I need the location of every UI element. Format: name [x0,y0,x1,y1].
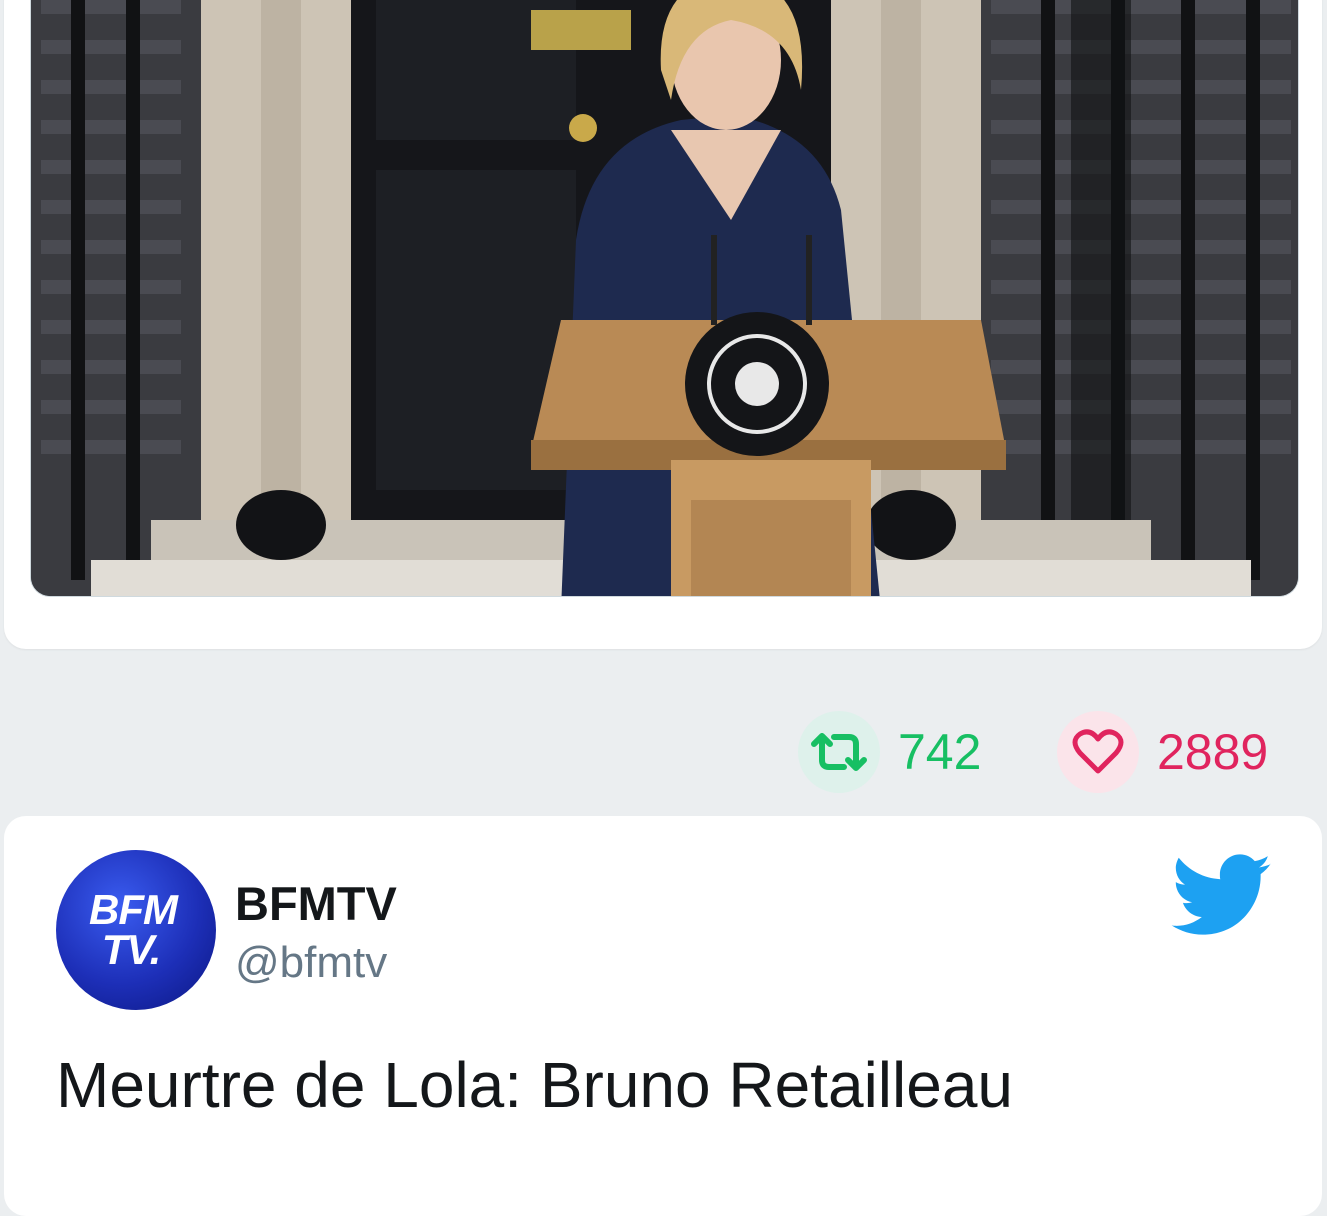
like-button[interactable]: 2889 [1057,710,1268,794]
twitter-bird-icon[interactable] [1170,854,1274,943]
retweet-icon[interactable] [798,711,880,793]
avatar[interactable]: BFM TV. [56,850,216,1010]
avatar-line1: BFM [89,886,178,933]
tweet-text: Meurtre de Lola: Bruno Retailleau [56,1049,1013,1121]
tweet-photo[interactable] [30,0,1299,597]
retweet-button[interactable]: 742 [798,710,981,794]
avatar-line2: TV. [101,926,161,973]
like-count: 2889 [1157,724,1269,780]
heart-icon[interactable] [1057,711,1139,793]
retweet-count: 742 [898,724,982,780]
author-handle[interactable]: @bfmtv [235,938,387,988]
author-name[interactable]: BFMTV [235,876,397,931]
tweet-card[interactable]: BFM TV. BFMTV @bfmtv Meurtre de Lola: Br… [4,816,1322,1216]
tweet-actions: 742 2889 [0,710,1327,794]
